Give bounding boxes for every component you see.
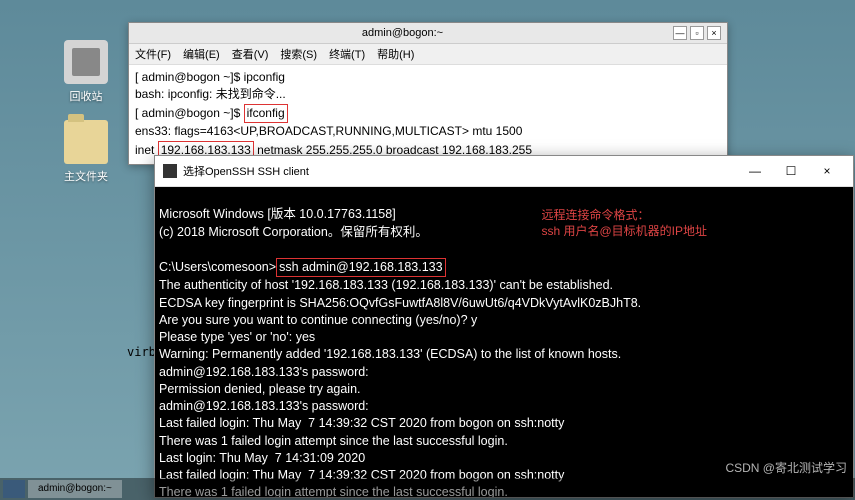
ssh-title: 选择OpenSSH SSH client [183,163,737,179]
menu-terminal[interactable]: 终端(T) [329,46,365,62]
term-line: There was 1 failed login attempt since t… [159,434,508,448]
gnome-terminal-menubar: 文件(F) 编辑(E) 查看(V) 搜索(S) 终端(T) 帮助(H) [129,44,727,65]
maximize-button[interactable]: ▫ [690,26,704,40]
cmd-icon [163,164,177,178]
start-button[interactable] [3,480,25,498]
ssh-client-window: 选择OpenSSH SSH client — ☐ × 远程连接命令格式： ssh… [154,155,854,498]
gnome-terminal-titlebar[interactable]: admin@bogon:~ — ▫ × [129,23,727,44]
term-line: bash: ipconfig: 未找到命令... [135,86,721,103]
trash-label: 回收站 [56,88,116,104]
term-line: Please type 'yes' or 'no': yes [159,330,315,344]
term-line: Microsoft Windows [版本 10.0.17763.1158] [159,207,396,221]
close-button[interactable]: × [707,26,721,40]
minimize-button[interactable]: — [737,160,773,182]
term-line: Last login: Thu May 7 14:31:09 2020 [159,451,365,465]
term-line: Are you sure you want to continue connec… [159,313,477,327]
term-line: [ admin@bogon ~]$ ifconfig [135,104,721,123]
close-button[interactable]: × [809,160,845,182]
watermark: CSDN @寄北测试学习 [725,459,847,476]
trash-glyph [64,40,108,84]
taskbar-button[interactable]: admin@bogon:~ [28,480,122,498]
gnome-terminal-output[interactable]: [ admin@bogon ~]$ ipconfig bash: ipconfi… [129,65,727,164]
term-line: (c) 2018 Microsoft Corporation。保留所有权利。 [159,225,428,239]
maximize-button[interactable]: ☐ [773,160,809,182]
minimize-button[interactable]: — [673,26,687,40]
term-line: The authenticity of host '192.168.183.13… [159,278,613,292]
menu-help[interactable]: 帮助(H) [377,46,414,62]
term-line: ECDSA key fingerprint is SHA256:OQvfGsFu… [159,296,641,310]
annotation-text: 远程连接命令格式： ssh 用户名@目标机器的IP地址 [541,208,707,239]
ssh-cmd-highlight: ssh admin@192.168.183.133 [276,258,446,277]
menu-view[interactable]: 查看(V) [232,46,269,62]
ifconfig-highlight: ifconfig [244,104,288,123]
term-line: admin@192.168.183.133's password: [159,365,369,379]
taskbar[interactable]: admin@bogon:~ [0,478,855,500]
term-line: ens33: flags=4163<UP,BROADCAST,RUNNING,M… [135,123,721,140]
folder-label: 主文件夹 [56,168,116,184]
menu-edit[interactable]: 编辑(E) [183,46,220,62]
ssh-terminal-output[interactable]: 远程连接命令格式： ssh 用户名@目标机器的IP地址 Microsoft Win… [155,187,853,497]
gnome-terminal-window: admin@bogon:~ — ▫ × 文件(F) 编辑(E) 查看(V) 搜索… [128,22,728,165]
folder-glyph [64,120,108,164]
term-line: C:\Users\comesoon>ssh admin@192.168.183.… [159,260,446,274]
gnome-terminal-title: admin@bogon:~ [135,27,670,39]
trash-icon[interactable]: 回收站 [56,40,116,104]
term-line: Permission denied, please try again. [159,382,361,396]
menu-file[interactable]: 文件(F) [135,46,171,62]
term-line: Warning: Permanently added '192.168.183.… [159,347,621,361]
term-line: admin@192.168.183.133's password: [159,399,369,413]
menu-search[interactable]: 搜索(S) [280,46,317,62]
ssh-titlebar[interactable]: 选择OpenSSH SSH client — ☐ × [155,156,853,187]
term-line: [ admin@bogon ~]$ ipconfig [135,69,721,86]
term-line: Last failed login: Thu May 7 14:39:32 CS… [159,416,564,430]
virb-label: virb [127,345,156,359]
home-folder-icon[interactable]: 主文件夹 [56,120,116,184]
